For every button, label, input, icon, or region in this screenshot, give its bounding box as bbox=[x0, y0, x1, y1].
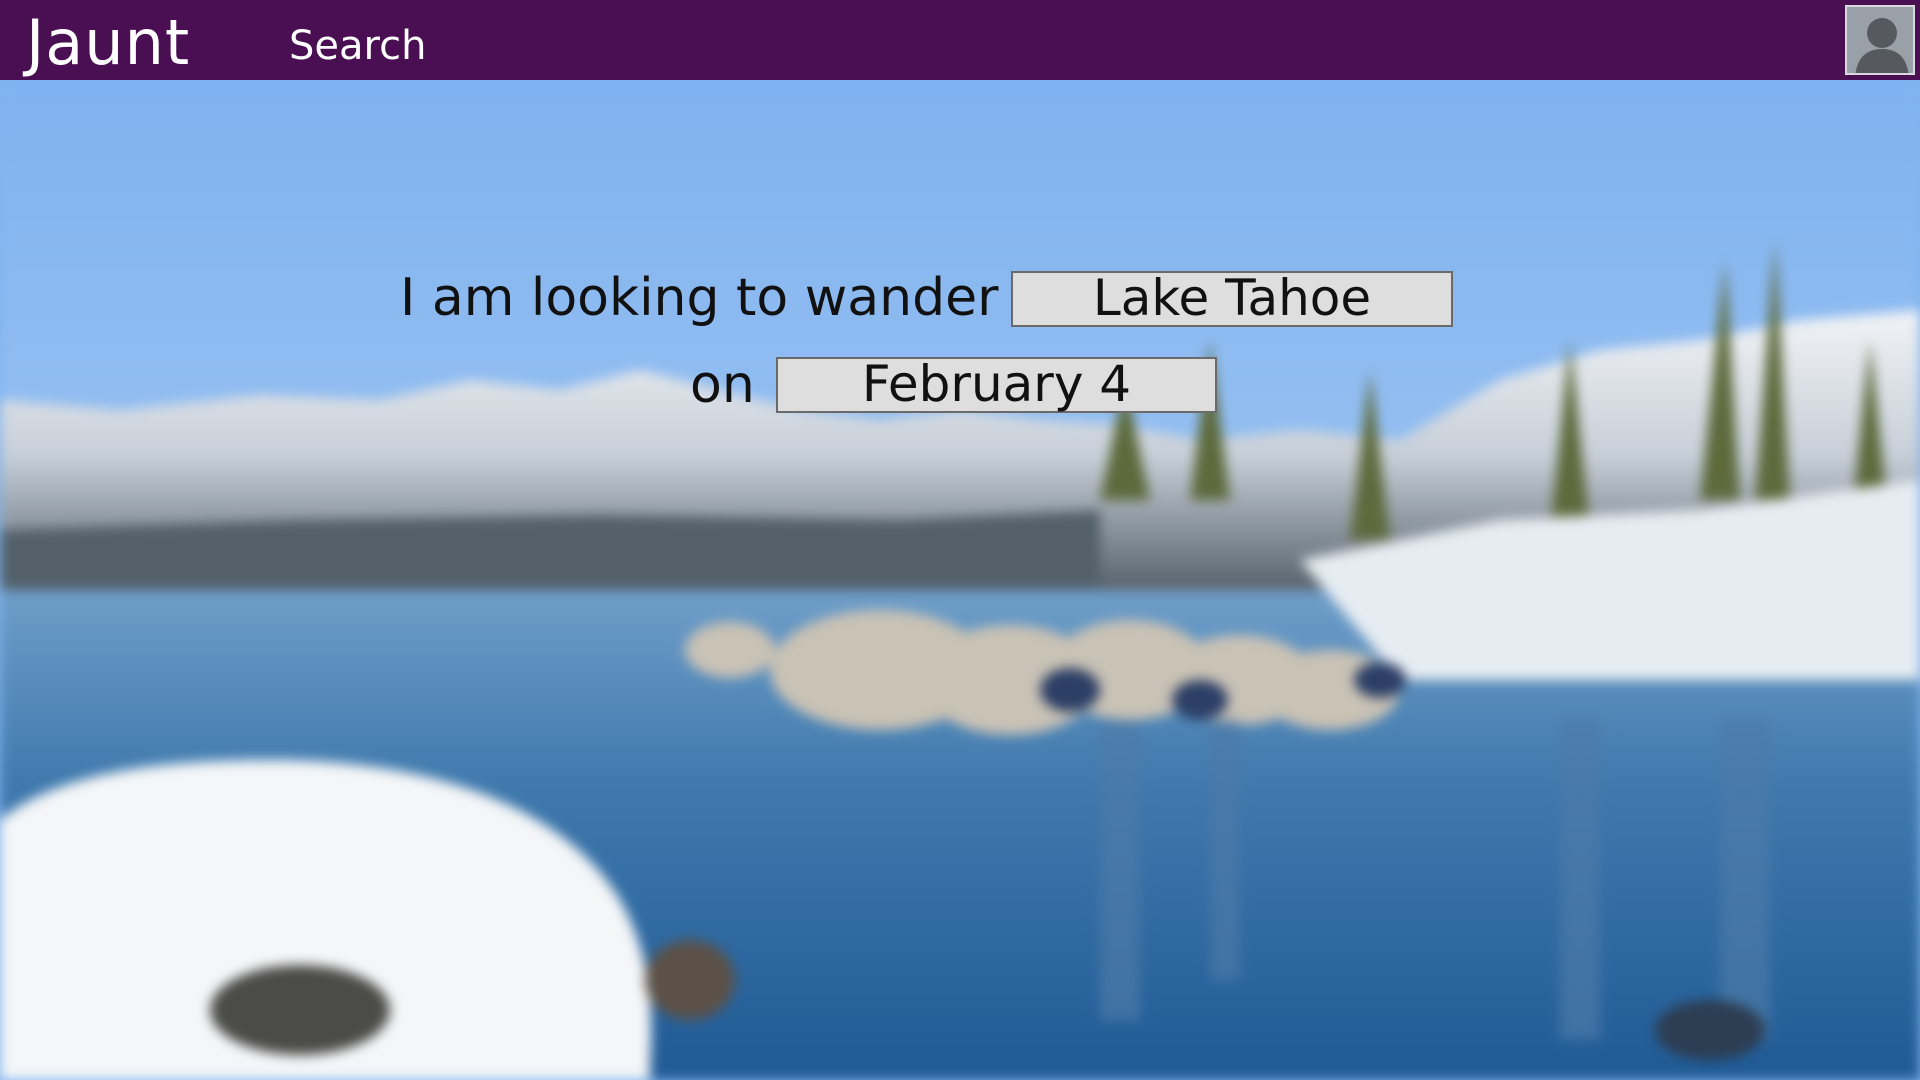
background-landscape-image bbox=[0, 80, 1920, 1080]
user-avatar-icon[interactable] bbox=[1845, 5, 1915, 75]
wander-prompt-text: I am looking to wander bbox=[400, 268, 999, 328]
person-silhouette-icon bbox=[1847, 7, 1913, 73]
destination-input[interactable]: Lake Tahoe bbox=[1011, 271, 1453, 327]
nav-search-link[interactable]: Search bbox=[289, 22, 426, 70]
date-input[interactable]: February 4 bbox=[776, 357, 1217, 413]
brand-logo[interactable]: Jaunt bbox=[26, 4, 190, 82]
date-prompt-text: on bbox=[690, 355, 755, 415]
top-nav-bar: Jaunt Search bbox=[0, 0, 1920, 80]
